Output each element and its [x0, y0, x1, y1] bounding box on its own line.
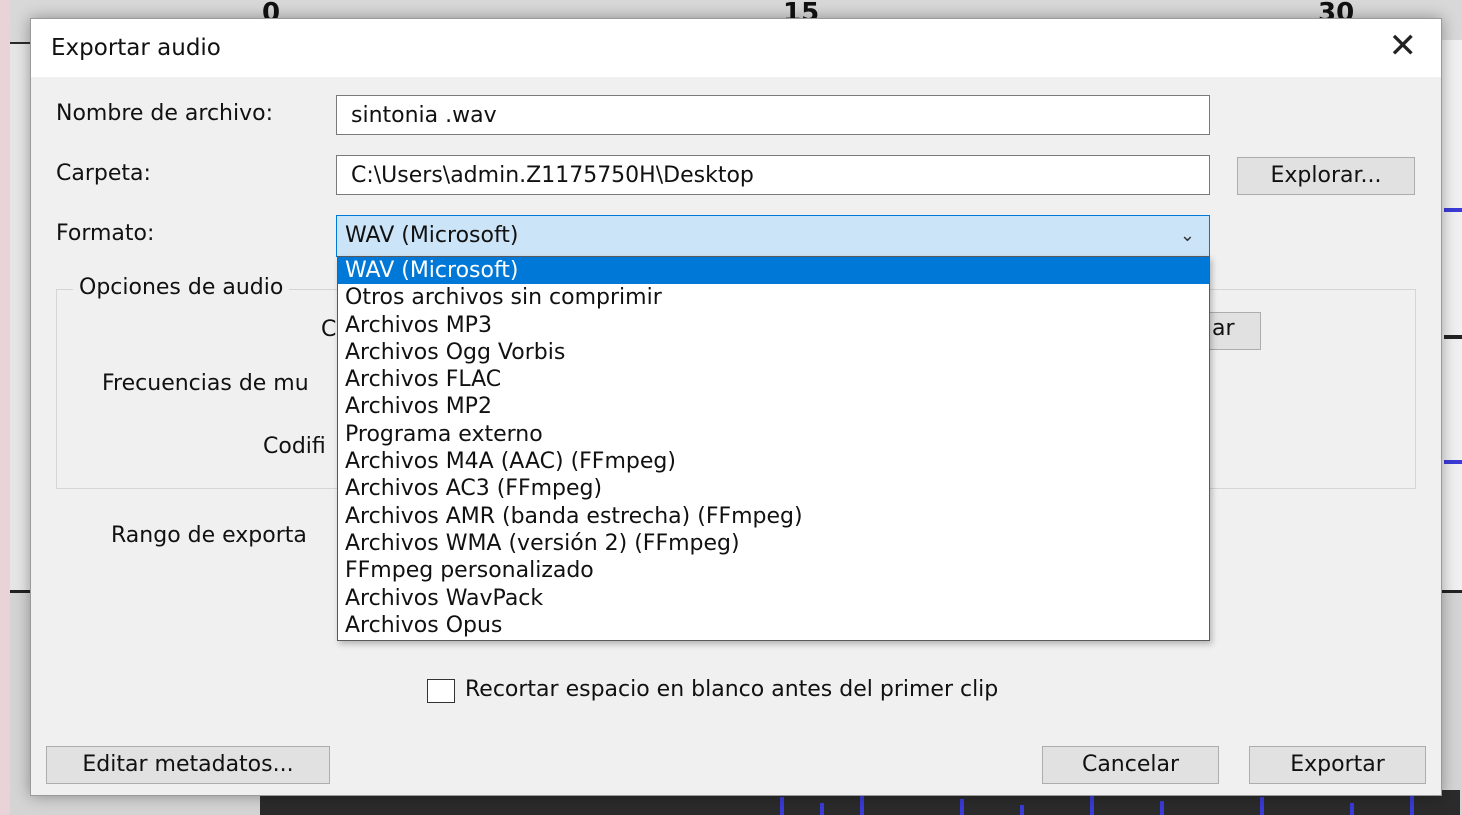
filename-input[interactable]: [336, 95, 1210, 135]
audio-options-title: Opciones de audio: [73, 275, 290, 300]
encoding-label: Codifi: [263, 434, 326, 459]
dialog-titlebar: Exportar audio ✕: [31, 19, 1441, 77]
channels-label: C: [321, 317, 337, 342]
sample-rate-label: Frecuencias de mu: [102, 371, 309, 396]
chevron-down-icon: ⌄: [1179, 225, 1195, 246]
close-icon[interactable]: ✕: [1389, 29, 1418, 63]
format-option-external[interactable]: Programa externo: [338, 421, 1209, 448]
format-option-ogg[interactable]: Archivos Ogg Vorbis: [338, 339, 1209, 366]
format-select[interactable]: WAV (Microsoft) ⌄: [336, 215, 1210, 257]
format-option-ffmpeg-custom[interactable]: FFmpeg personalizado: [338, 557, 1209, 584]
export-audio-dialog: Exportar audio ✕ Nombre de archivo: Carp…: [30, 18, 1442, 796]
format-option-wav[interactable]: WAV (Microsoft): [338, 257, 1209, 285]
format-option-ac3[interactable]: Archivos AC3 (FFmpeg): [338, 475, 1209, 502]
export-range-label: Rango de exporta: [111, 523, 307, 548]
folder-input[interactable]: [336, 155, 1210, 195]
format-dropdown-list: WAV (Microsoft) Otros archivos sin compr…: [337, 256, 1210, 641]
dialog-title: Exportar audio: [51, 35, 221, 61]
trim-silence-checkbox[interactable]: [427, 679, 455, 703]
folder-label: Carpeta:: [56, 161, 151, 186]
format-option-wma[interactable]: Archivos WMA (versión 2) (FFmpeg): [338, 530, 1209, 557]
format-selected-value: WAV (Microsoft): [345, 223, 519, 248]
format-option-m4a[interactable]: Archivos M4A (AAC) (FFmpeg): [338, 448, 1209, 475]
browse-button[interactable]: Explorar...: [1237, 157, 1415, 195]
format-option-mp3[interactable]: Archivos MP3: [338, 312, 1209, 339]
format-option-uncompressed[interactable]: Otros archivos sin comprimir: [338, 284, 1209, 311]
format-option-mp2[interactable]: Archivos MP2: [338, 393, 1209, 420]
format-label: Formato:: [56, 221, 155, 246]
filename-label: Nombre de archivo:: [56, 101, 273, 126]
format-option-opus[interactable]: Archivos Opus: [338, 612, 1209, 639]
trim-silence-label: Recortar espacio en blanco antes del pri…: [465, 677, 999, 702]
format-option-flac[interactable]: Archivos FLAC: [338, 366, 1209, 393]
background-track-edge: [1442, 40, 1462, 590]
format-option-wavpack[interactable]: Archivos WavPack: [338, 585, 1209, 612]
edit-metadata-button[interactable]: Editar metadatos...: [46, 746, 330, 784]
cancel-button[interactable]: Cancelar: [1042, 746, 1219, 784]
export-button[interactable]: Exportar: [1249, 746, 1426, 784]
format-option-amr[interactable]: Archivos AMR (banda estrecha) (FFmpeg): [338, 503, 1209, 530]
